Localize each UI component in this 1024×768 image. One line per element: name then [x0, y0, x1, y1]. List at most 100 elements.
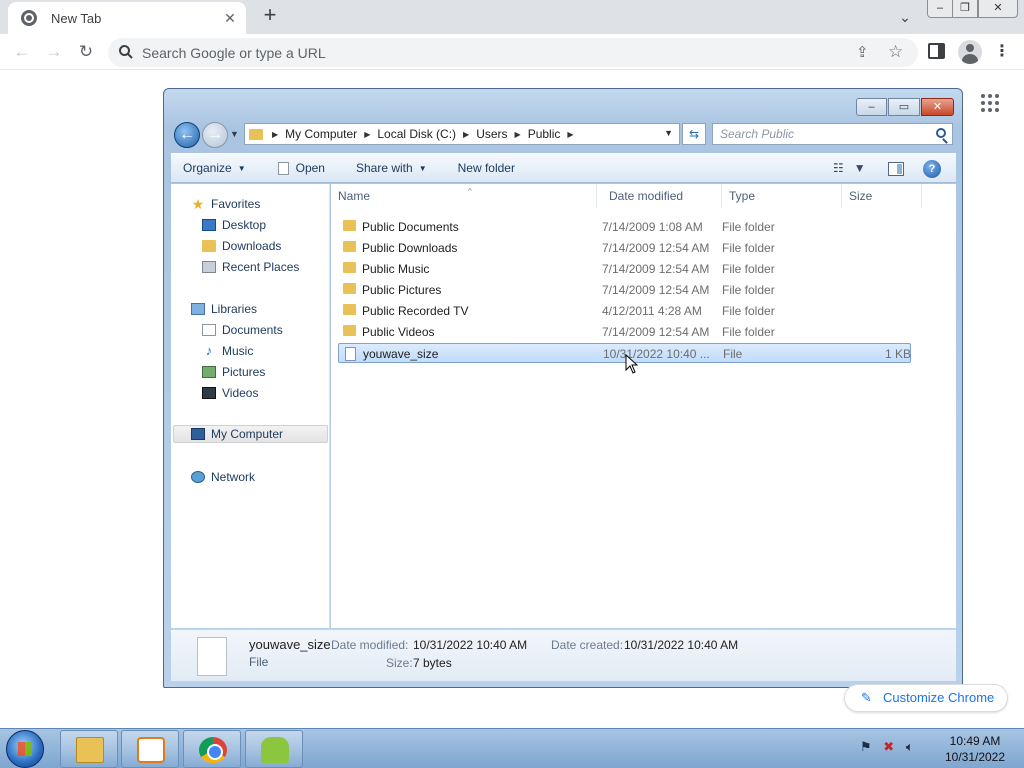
- taskbar-clock[interactable]: 10:49 AM 10/31/2022: [940, 733, 1010, 765]
- explorer-maximize-button[interactable]: ▭: [888, 98, 920, 116]
- start-button[interactable]: [6, 730, 44, 768]
- preview-pane-icon[interactable]: [888, 162, 904, 176]
- share-with-button[interactable]: Share with ▼: [356, 161, 427, 175]
- nav-desktop-label: Desktop: [222, 218, 267, 232]
- details-created-value: 10/31/2022 10:40 AM: [624, 638, 739, 652]
- explorer-forward-button[interactable]: →: [202, 122, 228, 148]
- navigation-pane: ★ Favorites Desktop Downloads Recent Pla…: [171, 184, 330, 628]
- explorer-back-button[interactable]: ←: [174, 122, 200, 148]
- help-icon[interactable]: ?: [923, 160, 941, 178]
- back-button[interactable]: ←: [11, 41, 33, 63]
- explorer-minimize-button[interactable]: –: [856, 98, 887, 116]
- explorer-search-input[interactable]: Search Public: [712, 123, 953, 145]
- tab-close-button[interactable]: ✕: [220, 8, 240, 28]
- nav-documents[interactable]: Documents: [202, 321, 283, 339]
- nav-music[interactable]: ♪ Music: [202, 342, 254, 360]
- chrome-menu-button[interactable]: ⋮: [994, 42, 1010, 62]
- organize-label: Organize: [183, 161, 232, 175]
- organize-button[interactable]: Organize ▼: [183, 161, 246, 175]
- system-tray[interactable]: ⚑ ✖ 🔈︎: [860, 739, 914, 755]
- tab-title: New Tab: [51, 10, 102, 26]
- folder-icon: [249, 128, 263, 140]
- open-label: Open: [295, 161, 325, 175]
- column-date-label: Date modified: [609, 189, 684, 203]
- nav-my-computer[interactable]: My Computer: [173, 425, 328, 443]
- details-modified-value: 10/31/2022 10:40 AM: [413, 638, 528, 652]
- omnibox[interactable]: Search Google or type a URL ⇪ ☆: [108, 38, 918, 67]
- file-date: 7/14/2009 12:54 AM: [602, 325, 710, 339]
- file-type: File folder: [722, 241, 775, 255]
- network-error-icon[interactable]: ✖: [883, 739, 894, 754]
- breadcrumb-users[interactable]: Users: [476, 127, 507, 141]
- nav-libraries[interactable]: Libraries: [191, 300, 257, 318]
- window-restore-button[interactable]: ❐: [952, 0, 978, 18]
- table-row[interactable]: Public Music 7/14/2009 12:54 AM File fol…: [338, 259, 911, 279]
- customize-chrome-button[interactable]: ✎ Customize Chrome: [844, 684, 1008, 712]
- nav-pictures-label: Pictures: [222, 365, 266, 379]
- tab-search-button[interactable]: ⌄: [894, 6, 916, 28]
- search-icon[interactable]: [936, 128, 946, 138]
- nav-desktop[interactable]: Desktop: [202, 216, 266, 234]
- nav-videos-label: Videos: [222, 386, 259, 400]
- column-date-modified[interactable]: Date modified: [602, 184, 722, 208]
- window-close-button[interactable]: ✕: [978, 0, 1018, 18]
- breadcrumb-arrow-icon[interactable]: ▶: [364, 130, 370, 139]
- column-size[interactable]: Size: [842, 184, 922, 208]
- details-modified-label: Date modified:: [331, 638, 409, 652]
- address-bar[interactable]: ▶ My Computer ▶ Local Disk (C:) ▶ Users …: [244, 123, 680, 145]
- open-button[interactable]: Open: [277, 161, 325, 175]
- new-tab-button[interactable]: +: [258, 4, 282, 28]
- taskbar-explorer[interactable]: [60, 730, 118, 768]
- address-dropdown-icon[interactable]: ▼: [664, 128, 673, 138]
- taskbar-media-player[interactable]: [121, 730, 179, 768]
- file-type: File folder: [722, 262, 775, 276]
- volume-icon[interactable]: 🔈︎: [906, 739, 914, 754]
- breadcrumb-public[interactable]: Public: [528, 127, 561, 141]
- window-minimize-button[interactable]: –: [927, 0, 953, 18]
- table-row[interactable]: Public Videos 7/14/2009 12:54 AM File fo…: [338, 322, 911, 342]
- breadcrumb-my-computer[interactable]: My Computer: [285, 127, 357, 141]
- bookmark-star-icon[interactable]: ☆: [888, 42, 903, 62]
- breadcrumb-arrow-icon[interactable]: ▶: [272, 130, 278, 139]
- recent-pages-dropdown-icon[interactable]: ▼: [230, 129, 239, 139]
- tab-new-tab[interactable]: New Tab ✕: [8, 2, 246, 34]
- chrome-toolbar: ← → ↻ Search Google or type a URL ⇪ ☆ ⋮: [0, 34, 1024, 70]
- nav-network[interactable]: Network: [191, 468, 255, 486]
- breadcrumb-arrow-icon[interactable]: ▶: [515, 130, 521, 139]
- file-name: Public Recorded TV: [362, 304, 469, 318]
- reload-button[interactable]: ↻: [75, 41, 97, 63]
- table-row[interactable]: Public Recorded TV 4/12/2011 4:28 AM Fil…: [338, 301, 911, 321]
- new-folder-button[interactable]: New folder: [458, 161, 515, 175]
- details-file-name: youwave_size: [249, 637, 331, 652]
- column-type[interactable]: Type: [722, 184, 842, 208]
- chrome-tab-bar: New Tab ✕ + ⌄ – ❐ ✕: [0, 0, 1024, 34]
- table-row[interactable]: Public Pictures 7/14/2009 12:54 AM File …: [338, 280, 911, 300]
- media-player-icon: [137, 737, 165, 763]
- breadcrumb-arrow-icon[interactable]: ▶: [567, 130, 573, 139]
- profile-avatar[interactable]: [958, 40, 982, 64]
- customize-chrome-label: Customize Chrome: [883, 690, 995, 705]
- taskbar-android[interactable]: [245, 730, 303, 768]
- table-row[interactable]: Public Downloads 7/14/2009 12:54 AM File…: [338, 238, 911, 258]
- forward-button[interactable]: →: [43, 41, 65, 63]
- google-apps-icon[interactable]: [981, 94, 999, 112]
- breadcrumb-local-disk[interactable]: Local Disk (C:): [377, 127, 456, 141]
- change-view-icon[interactable]: ☷ ▼: [833, 161, 866, 175]
- folder-icon: [343, 262, 356, 273]
- breadcrumb-arrow-icon[interactable]: ▶: [463, 130, 469, 139]
- refresh-icon[interactable]: ⇆: [682, 123, 706, 145]
- side-panel-icon[interactable]: [928, 43, 945, 59]
- clock-date: 10/31/2022: [944, 750, 1006, 764]
- desktop-icon: [202, 219, 216, 231]
- nav-pictures[interactable]: Pictures: [202, 363, 265, 381]
- table-row[interactable]: Public Documents 7/14/2009 1:08 AM File …: [338, 217, 911, 237]
- nav-downloads[interactable]: Downloads: [202, 237, 281, 255]
- nav-videos[interactable]: Videos: [202, 384, 258, 402]
- explorer-close-button[interactable]: ✕: [921, 98, 954, 116]
- nav-favorites[interactable]: ★ Favorites: [191, 195, 261, 213]
- column-name[interactable]: ^ Name: [331, 184, 597, 208]
- taskbar-chrome[interactable]: [183, 730, 241, 768]
- nav-recent-places[interactable]: Recent Places: [202, 258, 299, 276]
- action-center-icon[interactable]: ⚑: [860, 739, 872, 754]
- share-icon[interactable]: ⇪: [856, 43, 869, 61]
